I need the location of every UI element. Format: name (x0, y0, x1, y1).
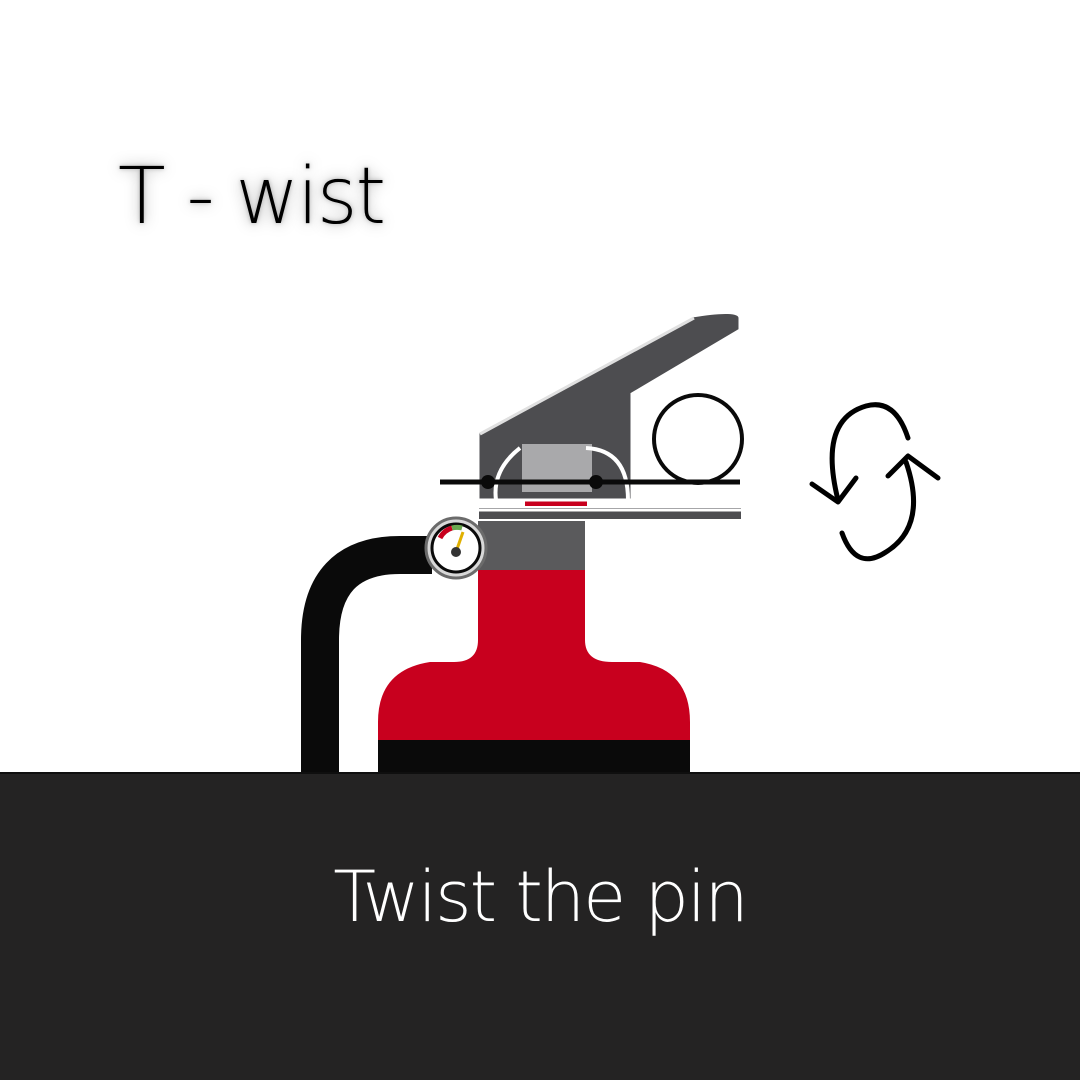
extinguisher-neck (478, 516, 585, 570)
pin-ring (652, 393, 744, 485)
fire-extinguisher-icon (301, 311, 941, 772)
pressure-gauge (424, 516, 488, 580)
instruction-card: T - wist Twist the pin (0, 0, 1080, 1080)
rotate-arrows-icon (809, 402, 941, 562)
valve-bracket (522, 444, 592, 492)
extinguisher-base (378, 740, 690, 772)
step-caption: Twist the pin (333, 856, 748, 938)
